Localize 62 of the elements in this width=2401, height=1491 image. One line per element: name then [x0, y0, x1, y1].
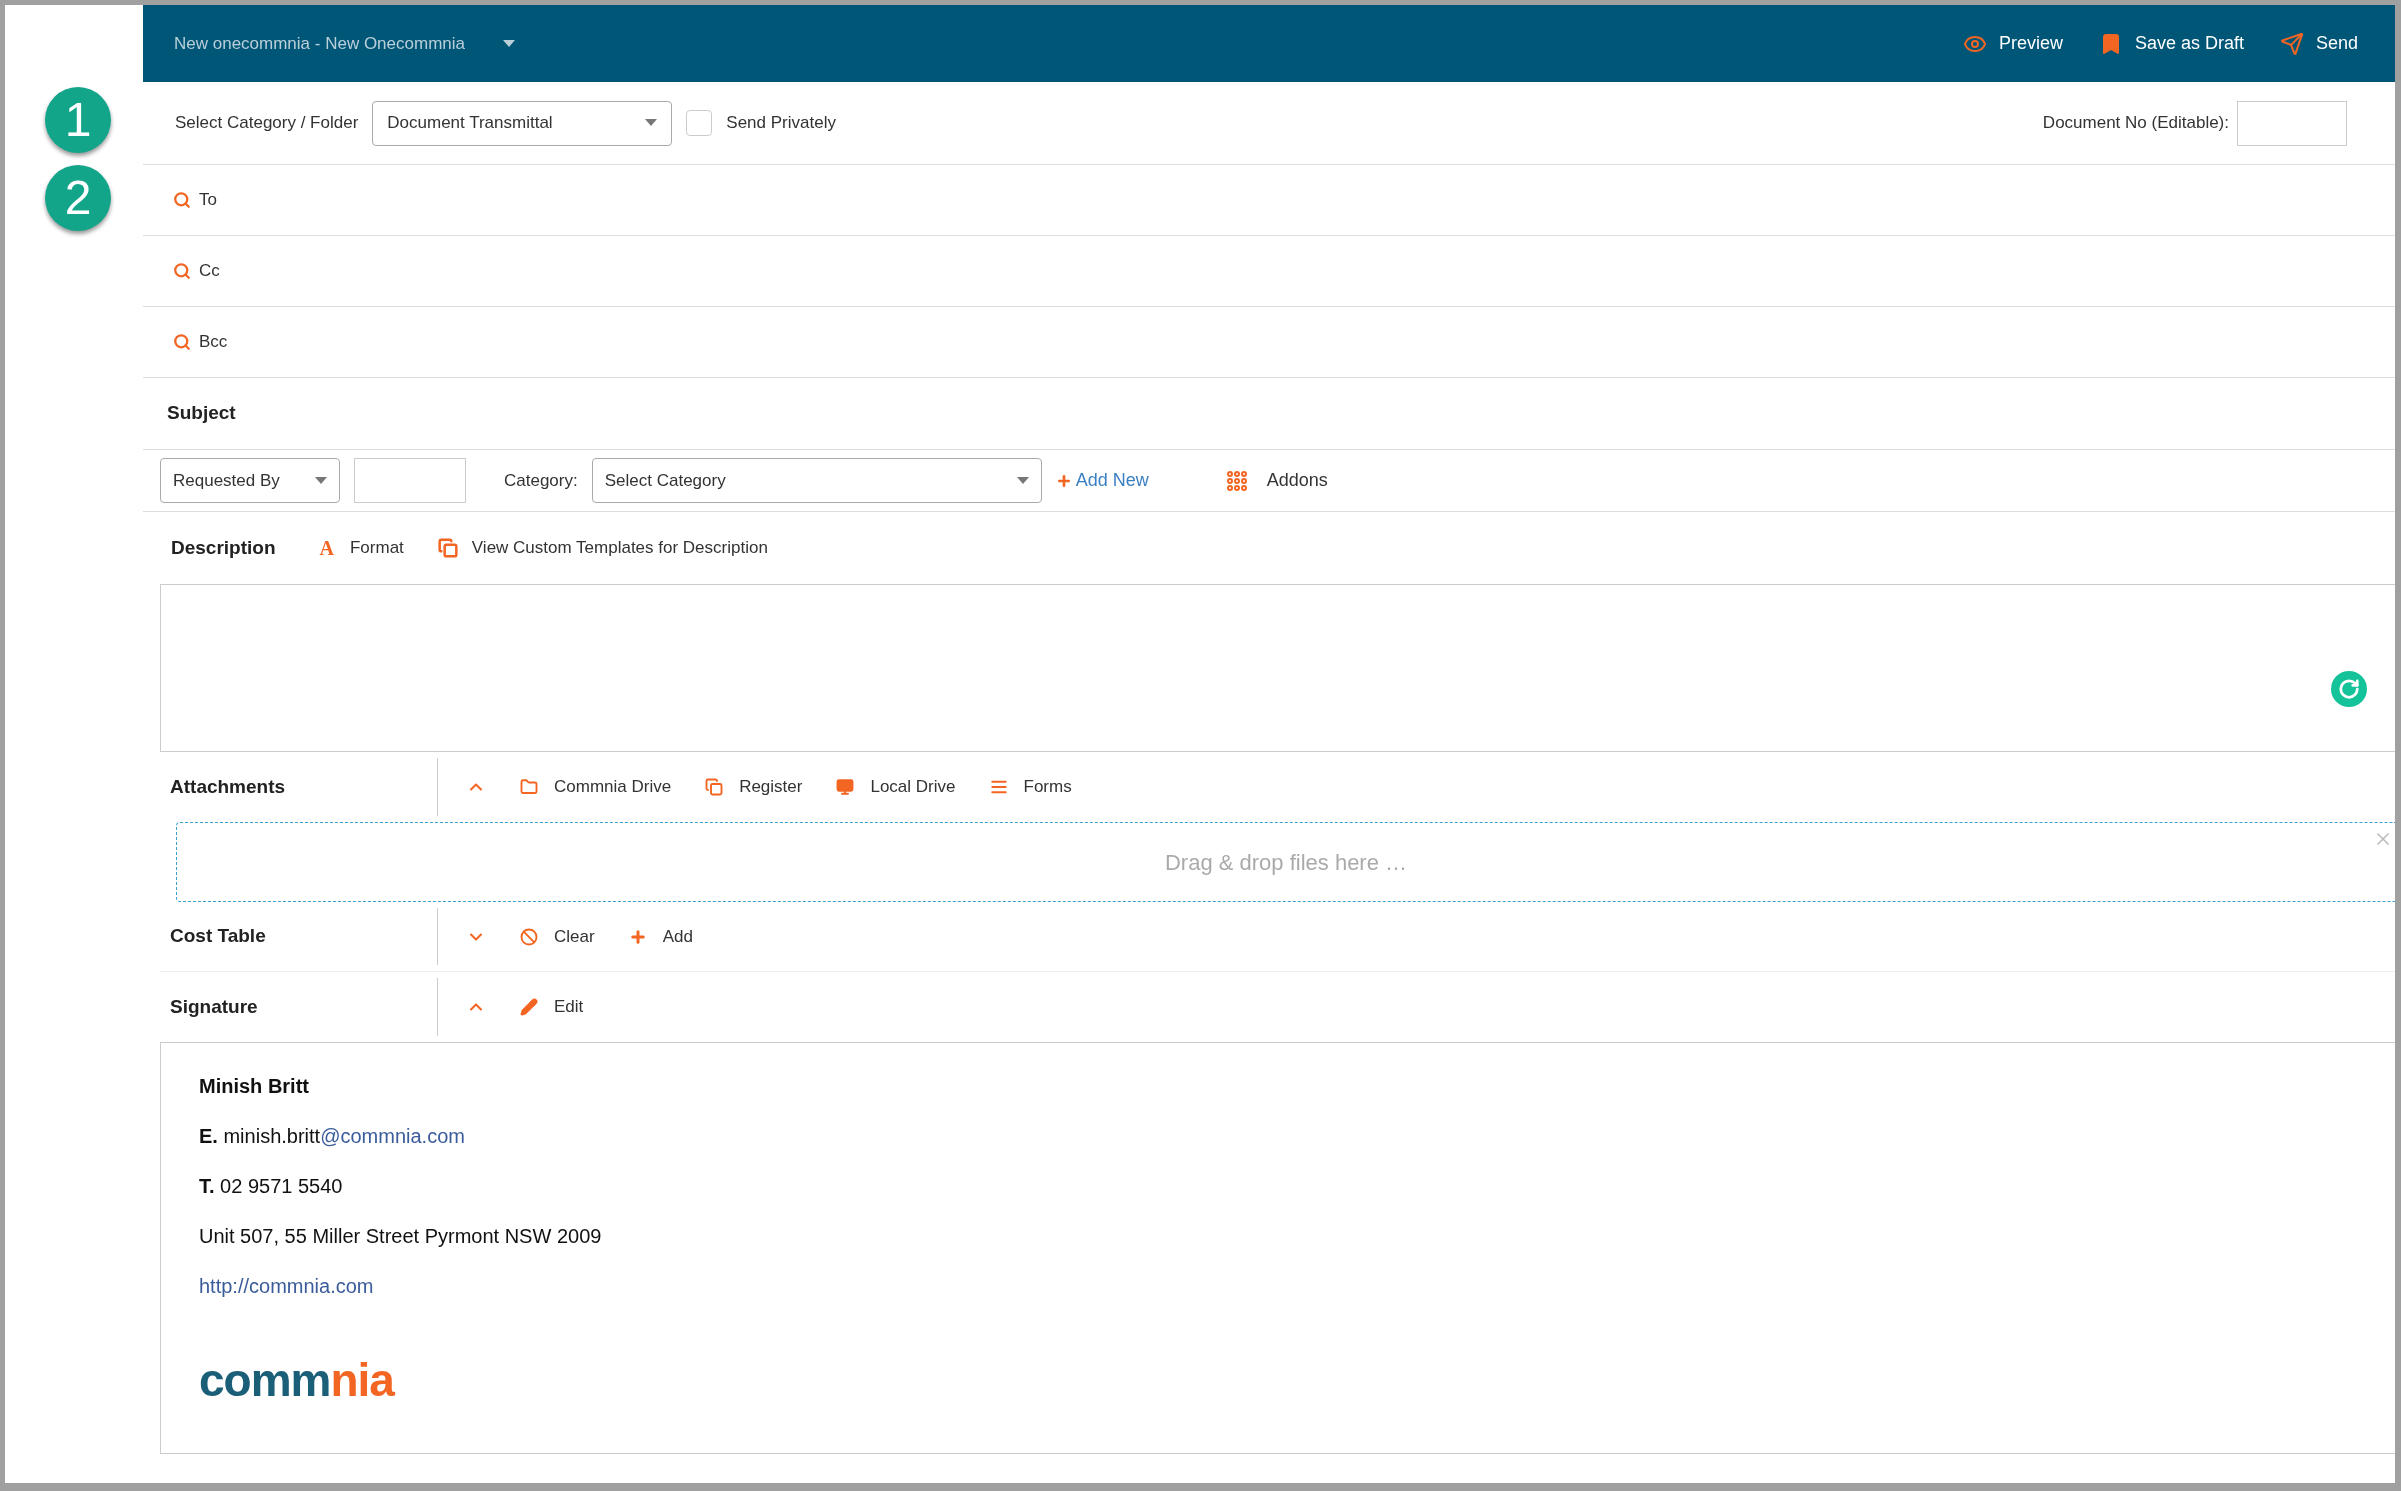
- folder-icon: [520, 778, 538, 796]
- search-icon: [173, 333, 191, 351]
- list-icon: [989, 778, 1008, 796]
- caret-icon: [1016, 476, 1029, 485]
- format-icon: A: [319, 533, 334, 563]
- pencil-icon: [520, 998, 538, 1016]
- category-folder-dropdown[interactable]: Document Transmittal: [372, 100, 673, 146]
- preview-button[interactable]: Preview: [1962, 30, 2063, 57]
- caret-icon: [315, 476, 327, 485]
- plus-icon: [1055, 472, 1072, 489]
- section-action-button[interactable]: Register: [705, 774, 803, 800]
- recipient-field[interactable]: Bcc: [173, 307, 2365, 377]
- signature-address: Unit 507, 55 Miller Street Pyrmont NSW 2009: [199, 1224, 603, 1249]
- send-button[interactable]: Send: [2279, 30, 2358, 57]
- send-privately-label: Send Privately: [726, 112, 836, 135]
- section-title: Attachments: [160, 758, 438, 816]
- custom-templates-button[interactable]: View Custom Templates for Description: [437, 535, 768, 561]
- caret-icon: [645, 119, 658, 127]
- category-label: Category:: [504, 469, 578, 492]
- signature-name: Minish Britt: [199, 1074, 310, 1099]
- signature-phone: T. 02 9571 5540: [199, 1174, 344, 1199]
- recipient-field[interactable]: To: [173, 165, 2365, 235]
- subject-field[interactable]: Subject: [167, 378, 2371, 449]
- section-action-button[interactable]: Edit: [520, 994, 584, 1020]
- section-action-button[interactable]: Clear: [520, 923, 595, 950]
- section-action-button[interactable]: Commnia Drive: [520, 774, 672, 800]
- section-action-button[interactable]: Add: [628, 923, 693, 950]
- paper-plane-icon: [2279, 31, 2304, 56]
- step-number-badge: 2: [45, 165, 111, 231]
- email-link[interactable]: @commnia.com: [320, 1125, 465, 1147]
- logo: commnia: [199, 1357, 394, 1403]
- description-label: Description: [171, 535, 276, 560]
- grid-icon: [1224, 468, 1249, 493]
- monitor-icon: [836, 778, 855, 796]
- requested-by-dropdown[interactable]: Requested By: [160, 458, 340, 503]
- send-privately-checkbox[interactable]: [686, 110, 713, 136]
- ban-icon: [520, 927, 538, 946]
- section-title: Cost Table: [160, 908, 438, 965]
- window-title: New onecommnia - New Onecommnia: [174, 32, 465, 55]
- windows-icon: [437, 538, 458, 558]
- website-link[interactable]: http://commnia.com: [199, 1271, 374, 1301]
- plus-icon: [628, 927, 647, 946]
- signature-email: E. minish.britt@commnia.com: [199, 1124, 466, 1149]
- section-title: Signature: [160, 978, 438, 1036]
- document-number-label: Document No (Editable):: [2042, 112, 2229, 135]
- add-new-link[interactable]: Add New: [1055, 467, 1149, 494]
- refresh-badge-icon[interactable]: [2331, 671, 2367, 707]
- save-draft-button[interactable]: Save as Draft: [2098, 30, 2244, 57]
- step-number-badge: 1: [45, 87, 111, 153]
- recipient-field[interactable]: Cc: [173, 236, 2365, 306]
- requested-by-field[interactable]: [354, 458, 466, 503]
- search-icon: [173, 262, 191, 280]
- section-action-button[interactable]: Local Drive: [836, 774, 956, 800]
- category-folder-label: Select Category / Folder: [175, 112, 359, 135]
- document-number-field[interactable]: [2237, 100, 2347, 146]
- caret-icon[interactable]: [503, 39, 515, 48]
- category-dropdown[interactable]: Select Category: [591, 458, 1042, 503]
- section-action-button[interactable]: Forms: [989, 774, 1072, 800]
- addons-button[interactable]: Addons: [1224, 467, 1328, 494]
- search-icon: [173, 191, 191, 209]
- format-button[interactable]: A Format: [319, 533, 404, 563]
- copy-icon: [705, 778, 724, 796]
